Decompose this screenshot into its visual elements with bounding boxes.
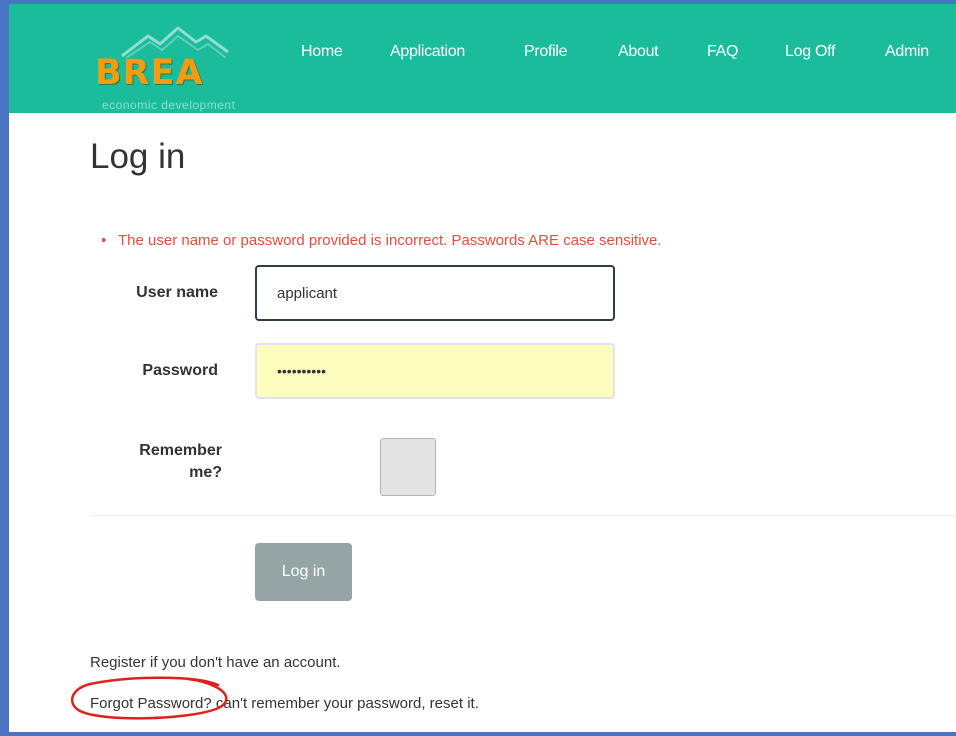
username-input[interactable] bbox=[255, 265, 615, 321]
navbar: BREA economic development Home Applicati… bbox=[9, 4, 956, 113]
nav-log-off[interactable]: Log Off bbox=[785, 43, 835, 61]
nav-home[interactable]: Home bbox=[301, 43, 343, 61]
remember-label-line1: Remember bbox=[139, 442, 222, 459]
forgot-password-link[interactable]: Forgot Password? bbox=[90, 695, 212, 712]
page-title: Log in bbox=[90, 137, 186, 176]
forgot-password-line: Forgot Password? can't remember your pas… bbox=[90, 695, 479, 712]
nav-profile[interactable]: Profile bbox=[524, 43, 568, 61]
remember-me-checkbox[interactable] bbox=[380, 438, 436, 496]
username-label: User name bbox=[136, 284, 218, 301]
nav-about[interactable]: About bbox=[618, 43, 659, 61]
remember-label-line2: me? bbox=[189, 464, 222, 481]
password-label: Password bbox=[142, 362, 218, 379]
register-text: if you don't have an account. bbox=[145, 654, 341, 671]
form-divider bbox=[90, 515, 956, 516]
validation-error: The user name or password provided is in… bbox=[118, 232, 662, 249]
nav-faq[interactable]: FAQ bbox=[707, 43, 738, 61]
register-line: Register if you don't have an account. bbox=[90, 654, 341, 671]
brand-tagline: economic development bbox=[102, 98, 236, 112]
brand-logo[interactable]: BREA economic development bbox=[94, 14, 294, 114]
nav-application[interactable]: Application bbox=[390, 43, 465, 61]
remember-me-label: Remember me? bbox=[90, 440, 222, 484]
forgot-password-text: can't remember your password, reset it. bbox=[211, 695, 479, 712]
register-link[interactable]: Register bbox=[90, 654, 146, 671]
login-button[interactable]: Log in bbox=[255, 543, 352, 601]
brand-name: BREA bbox=[95, 53, 204, 93]
window-frame-left bbox=[0, 0, 9, 736]
nav-admin[interactable]: Admin bbox=[885, 43, 929, 61]
password-input[interactable]: •••••••••• bbox=[255, 343, 615, 399]
window-frame-bottom bbox=[0, 732, 956, 736]
error-bullet: • bbox=[101, 232, 107, 249]
